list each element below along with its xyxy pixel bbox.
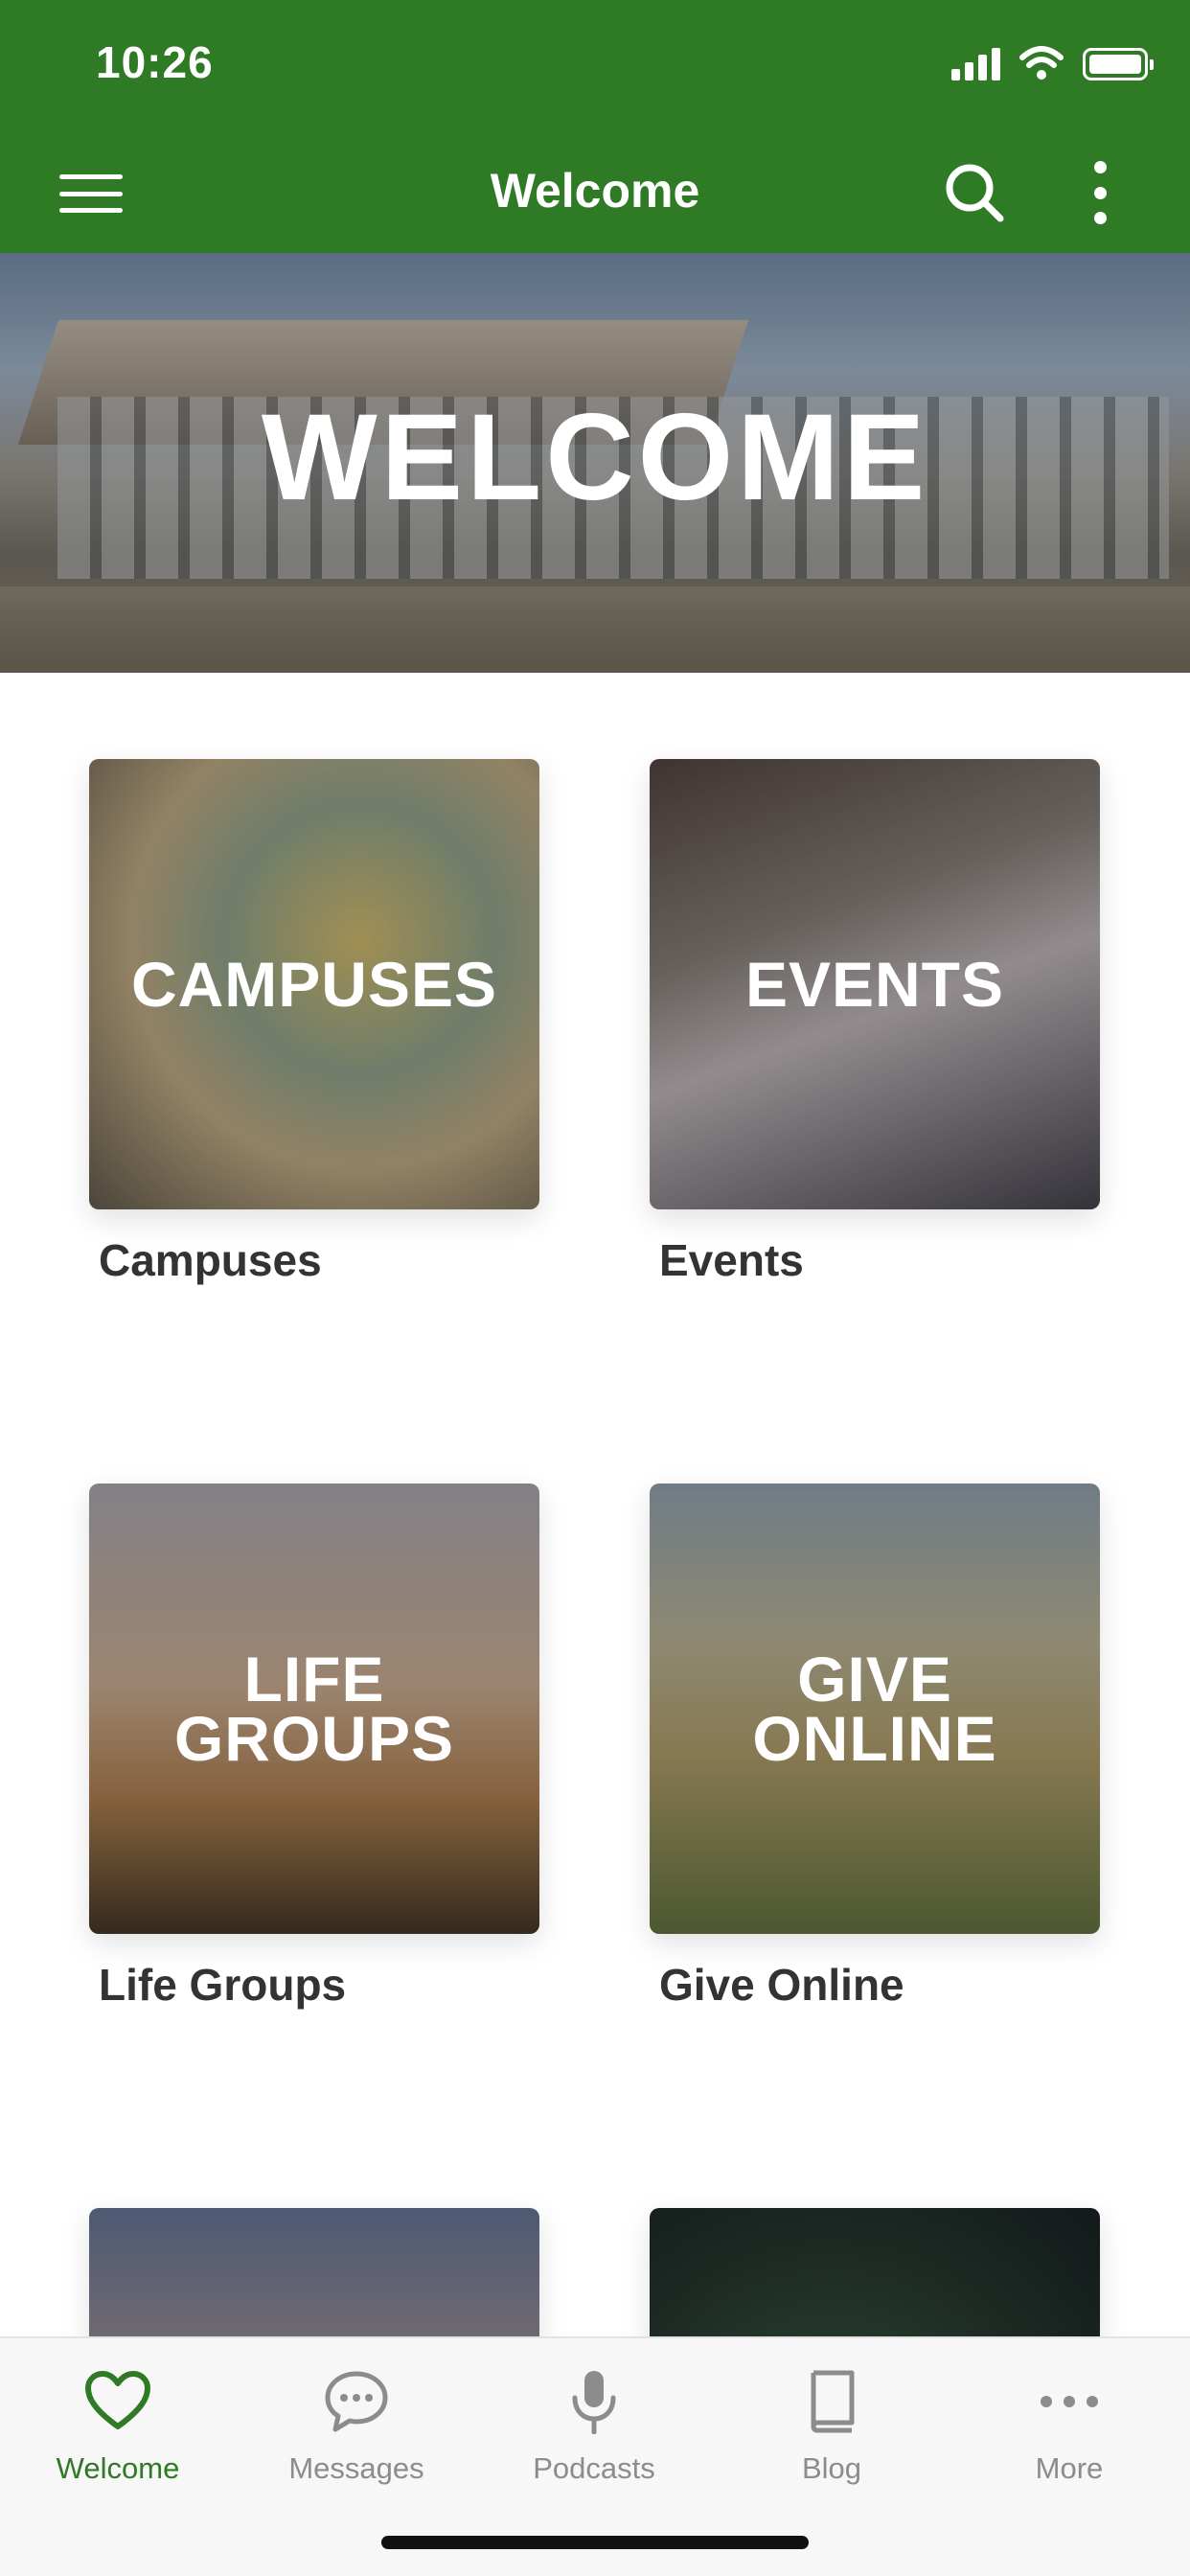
tile-image[interactable]: EVENTS (650, 759, 1100, 1209)
tile-caption[interactable]: Campuses (99, 1234, 539, 1286)
tab-blog[interactable]: Blog (726, 2358, 937, 2486)
tile-overlay-title: CAMPUSES (130, 949, 498, 1020)
hero-title: WELCOME (261, 389, 929, 526)
tab-more[interactable]: More (964, 2358, 1175, 2486)
navigation-bar: Welcome (0, 134, 1190, 253)
wifi-icon (1019, 46, 1064, 80)
battery-icon (1083, 48, 1154, 80)
tile-overlay-title: LIFE GROUPS (173, 1644, 455, 1774)
status-time: 10:26 (96, 37, 214, 87)
tab-welcome[interactable]: Welcome (12, 2358, 223, 2486)
tab-label: Blog (801, 2451, 862, 2485)
heart-icon (85, 2371, 150, 2429)
hero-banner: WELCOME (0, 253, 1190, 673)
tile-image[interactable]: LIFE GROUPS (89, 1484, 539, 1934)
tile-overlay-title: GIVE ONLINE (752, 1644, 997, 1774)
tab-label: Welcome (56, 2451, 180, 2485)
tile-give-online[interactable]: GIVE ONLINE Give Online (650, 1484, 1100, 2011)
cellular-signal-icon (951, 46, 1000, 80)
tab-label: Messages (288, 2451, 424, 2485)
tile-campuses[interactable]: CAMPUSES Campuses (89, 759, 539, 1286)
chat-bubble-icon (325, 2371, 388, 2432)
status-icons (951, 46, 1154, 80)
page-title: Welcome (490, 164, 700, 218)
tile-caption[interactable]: Give Online (659, 1959, 1100, 2011)
tile-caption[interactable]: Life Groups (99, 1959, 539, 2011)
tile-overlay-title: EVENTS (744, 949, 1005, 1020)
tile-image[interactable]: CAMPUSES (89, 759, 539, 1209)
tab-messages[interactable]: Messages (251, 2358, 462, 2486)
status-bar: 10:26 (0, 0, 1190, 134)
tab-label: More (1035, 2451, 1104, 2485)
tile-events[interactable]: EVENTS Events (650, 759, 1100, 1286)
tab-podcasts[interactable]: Podcasts (489, 2358, 699, 2486)
search-icon[interactable] (941, 159, 1008, 226)
overflow-menu-icon[interactable] (1083, 159, 1117, 226)
microphone-icon (572, 2371, 616, 2434)
tile-life-groups[interactable]: LIFE GROUPS Life Groups (89, 1484, 539, 2011)
home-indicator (381, 2536, 809, 2549)
tile-caption[interactable]: Events (659, 1234, 1100, 1286)
ellipsis-icon (1041, 2396, 1098, 2407)
tile-image[interactable]: GIVE ONLINE (650, 1484, 1100, 1934)
tab-label: Podcasts (533, 2451, 655, 2485)
book-icon (811, 2370, 855, 2433)
